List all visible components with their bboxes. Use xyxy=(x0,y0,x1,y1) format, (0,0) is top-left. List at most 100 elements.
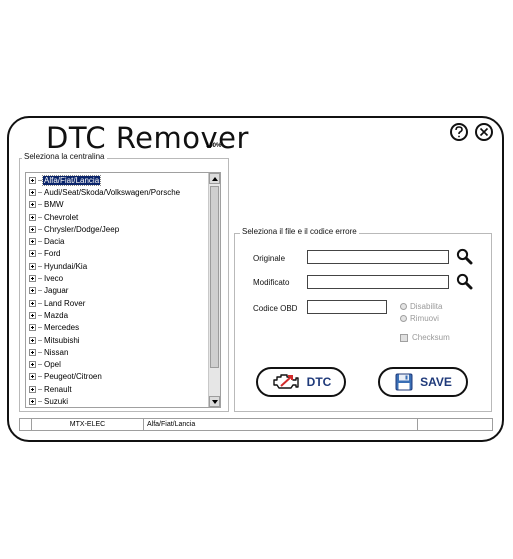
status-ecu: MTX-ELEC xyxy=(32,419,144,430)
tree-item[interactable]: Hyundai/Kia xyxy=(29,260,181,272)
tree-item[interactable]: Mazda xyxy=(29,309,181,321)
close-icon xyxy=(479,127,489,137)
scroll-down-button[interactable] xyxy=(209,396,220,407)
status-brand: Alfa/Fiat/Lancia xyxy=(144,419,418,430)
tree-connector xyxy=(38,302,42,304)
expand-icon[interactable] xyxy=(29,188,36,196)
tree-item-label: Dacia xyxy=(44,237,65,247)
tree-item[interactable]: Iveco xyxy=(29,272,181,284)
ecu-panel-legend: Seleziona la centralina xyxy=(22,152,107,161)
expand-icon[interactable] xyxy=(29,348,36,356)
tree-item[interactable]: Chevrolet xyxy=(29,211,181,223)
tree-item-label: Chevrolet xyxy=(44,212,79,222)
expand-icon[interactable] xyxy=(29,361,36,369)
expand-icon[interactable] xyxy=(29,311,36,319)
browse-original-search-icon[interactable] xyxy=(456,248,473,265)
floppy-disk-icon xyxy=(395,373,413,391)
tree-item[interactable]: Opel xyxy=(29,358,181,370)
tree-item[interactable]: Alfa/Fiat/Lancia xyxy=(29,174,181,186)
ecu-tree[interactable]: Alfa/Fiat/Lancia Audi/Seat/Skoda/Volkswag… xyxy=(25,172,221,408)
expand-icon[interactable] xyxy=(29,201,36,209)
checksum-box[interactable] xyxy=(400,333,408,342)
tree-item[interactable]: Dacia xyxy=(29,235,181,247)
expand-icon[interactable] xyxy=(29,238,36,246)
checksum-checkbox[interactable]: Checksum xyxy=(400,333,450,342)
expand-icon[interactable] xyxy=(29,299,36,307)
dtc-button[interactable]: DTC xyxy=(256,367,346,397)
expand-icon[interactable] xyxy=(29,275,36,283)
tree-item-label: Alfa/Fiat/Lancia xyxy=(41,174,102,186)
tree-item-label: Hyundai/Kia xyxy=(44,261,88,271)
expand-icon[interactable] xyxy=(29,336,36,344)
expand-icon[interactable] xyxy=(29,225,36,233)
obd-code-input[interactable] xyxy=(307,300,387,314)
tree-item-label: Suzuki xyxy=(44,396,69,406)
tree-connector xyxy=(38,265,42,267)
expand-icon[interactable] xyxy=(29,250,36,258)
tree-item[interactable]: Audi/Seat/Skoda/Volkswagen/Porsche xyxy=(29,186,181,198)
tree-connector xyxy=(38,191,42,193)
tree-item[interactable]: Peugeot/Citroen xyxy=(29,371,181,383)
tree-item[interactable]: Renault xyxy=(29,383,181,395)
tree-connector xyxy=(38,339,42,341)
expand-icon[interactable] xyxy=(29,287,36,295)
scroll-up-button[interactable] xyxy=(209,173,220,184)
tree-item-label: Chrysler/Dodge/Jeep xyxy=(44,224,120,234)
tree-connector xyxy=(38,216,42,218)
original-label: Originale xyxy=(253,254,286,263)
help-button[interactable] xyxy=(450,123,468,141)
tree-item-label: Mercedes xyxy=(44,323,80,333)
expand-icon[interactable] xyxy=(29,213,36,221)
radio-disable[interactable]: Disabilita xyxy=(400,302,442,311)
arrow-down-icon xyxy=(211,399,218,404)
tree-item-label: Land Rover xyxy=(44,298,86,308)
tree-item[interactable]: Nissan xyxy=(29,346,181,358)
tree-item-label: BMW xyxy=(44,200,64,210)
tree-item[interactable]: Suzuki xyxy=(29,395,181,407)
tree-item-label: Ford xyxy=(44,249,61,259)
tree-connector xyxy=(38,278,42,280)
scroll-thumb[interactable] xyxy=(210,186,219,368)
radio-remove-indicator[interactable] xyxy=(400,315,407,322)
expand-icon[interactable] xyxy=(29,373,36,381)
tree-connector xyxy=(38,204,42,206)
save-button-label: SAVE xyxy=(420,375,452,389)
save-button[interactable]: SAVE xyxy=(378,367,468,397)
dtc-button-label: DTC xyxy=(306,375,332,389)
tree-item[interactable]: Jaguar xyxy=(29,285,181,297)
tree-connector xyxy=(38,388,42,390)
tree-item-label: Iveco xyxy=(44,274,64,284)
radio-disable-label: Disabilita xyxy=(410,302,443,311)
radio-remove[interactable]: Rimuovi xyxy=(400,314,439,323)
tree-scrollbar[interactable] xyxy=(208,173,220,407)
browse-modified-search-icon[interactable] xyxy=(456,273,473,290)
arrow-up-icon xyxy=(211,176,218,181)
tree-item[interactable]: Land Rover xyxy=(29,297,181,309)
expand-icon[interactable] xyxy=(29,385,36,393)
checksum-label: Checksum xyxy=(412,333,450,342)
modified-file-input[interactable] xyxy=(307,275,449,289)
app-title: DTC Remover xyxy=(46,121,249,155)
tree-item[interactable]: Mercedes xyxy=(29,322,181,334)
modified-label: Modificato xyxy=(253,278,290,287)
status-bar-spacer xyxy=(20,419,32,430)
tree-connector xyxy=(38,290,42,292)
tree-item[interactable]: BMW xyxy=(29,199,181,211)
tree-item[interactable]: Mitsubishi xyxy=(29,334,181,346)
obd-code-label: Codice OBD xyxy=(253,304,298,313)
radio-disable-indicator[interactable] xyxy=(400,303,407,310)
tree-connector xyxy=(38,228,42,230)
tree-connector xyxy=(38,314,42,316)
expand-icon[interactable] xyxy=(29,397,36,405)
tree-item[interactable]: Ford xyxy=(29,248,181,260)
tree-item[interactable]: Chrysler/Dodge/Jeep xyxy=(29,223,181,235)
original-file-input[interactable] xyxy=(307,250,449,264)
tree-item-label: Peugeot/Citroen xyxy=(44,372,102,382)
close-button[interactable] xyxy=(475,123,493,141)
expand-icon[interactable] xyxy=(29,324,36,332)
expand-icon[interactable] xyxy=(29,176,36,184)
tree-connector xyxy=(38,400,42,402)
tree-item-label: Mazda xyxy=(44,310,69,320)
tree-connector xyxy=(38,179,42,181)
expand-icon[interactable] xyxy=(29,262,36,270)
